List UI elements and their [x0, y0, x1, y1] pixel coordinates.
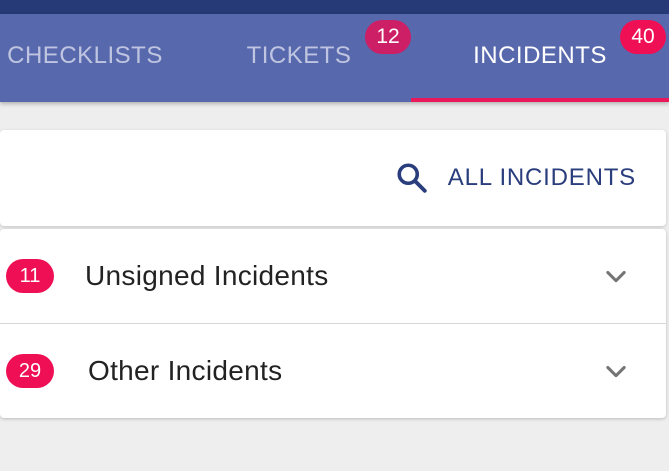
section-unsigned-incidents[interactable]: 11 Unsigned Incidents	[0, 229, 666, 323]
section-title: Other Incidents	[88, 355, 283, 386]
section-title: Unsigned Incidents	[85, 260, 329, 291]
tab-tickets[interactable]: TICKETS	[211, 14, 387, 102]
chevron-down-icon[interactable]	[602, 262, 630, 290]
all-incidents-button[interactable]: ALL INCIDENTS	[394, 158, 636, 198]
search-card: ALL INCIDENTS	[0, 130, 666, 226]
other-count-badge: 29	[6, 354, 54, 388]
tab-tickets-label: TICKETS	[246, 42, 352, 69]
search-icon	[397, 163, 427, 193]
section-other-incidents[interactable]: 29 Other Incidents	[0, 323, 666, 418]
chevron-down-icon[interactable]	[602, 357, 630, 385]
tab-checklists[interactable]: CHECKLISTS	[0, 14, 170, 102]
unsigned-count-badge: 11	[6, 259, 54, 293]
tab-checklists-label: CHECKLISTS	[7, 42, 163, 69]
tab-incidents-label: INCIDENTS	[473, 42, 607, 69]
status-bar	[0, 0, 669, 14]
all-incidents-label: ALL INCIDENTS	[447, 164, 636, 191]
tab-bar: CHECKLISTS TICKETS INCIDENTS 12 40	[0, 14, 669, 102]
incidents-count-badge: 40	[620, 20, 666, 54]
incident-sections: 11 Unsigned Incidents 29 Other Incidents	[0, 229, 666, 418]
tickets-count-badge: 12	[365, 20, 411, 54]
active-tab-indicator	[411, 98, 669, 102]
